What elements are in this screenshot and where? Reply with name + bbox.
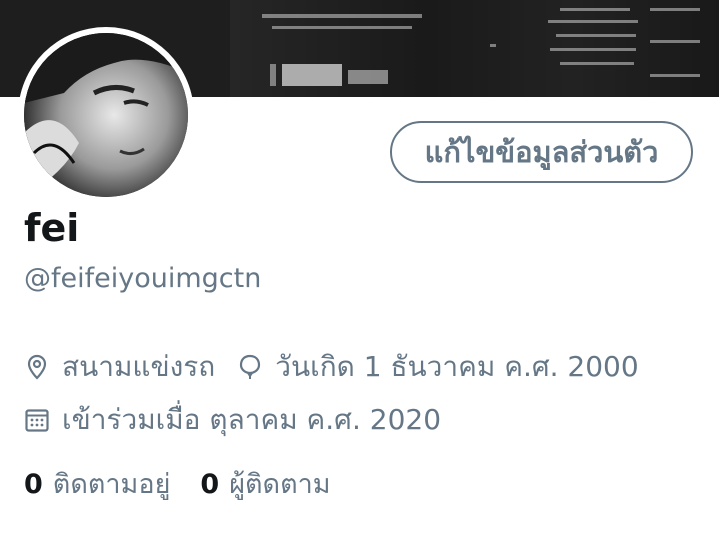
birthday-text: วันเกิด 1 ธันวาคม ค.ศ. 2000	[275, 350, 639, 383]
banner-image	[230, 0, 719, 97]
balloon-icon	[237, 354, 263, 380]
profile-name: fei	[24, 206, 80, 250]
avatar[interactable]	[24, 33, 188, 197]
location-pin-icon	[24, 354, 50, 380]
calendar-icon	[24, 407, 50, 433]
followers-count: 0	[200, 469, 220, 500]
edit-profile-button[interactable]: แก้ไขข้อมูลส่วนตัว	[390, 121, 693, 183]
following-label: ติดตามอยู่	[52, 469, 171, 500]
location-text: สนามแข่งรถ	[62, 350, 216, 383]
followers-label: ผู้ติดตาม	[229, 469, 331, 500]
profile-joined-row: เข้าร่วมเมื่อ ตุลาคม ค.ศ. 2020	[24, 402, 441, 438]
profile-handle: @feifeiyouimgctn	[24, 263, 262, 294]
avatar-photo	[24, 33, 188, 197]
following-count: 0	[24, 469, 43, 500]
joined-text: เข้าร่วมเมื่อ ตุลาคม ค.ศ. 2020	[62, 403, 442, 436]
followers-link[interactable]: 0 ผู้ติดตาม	[200, 467, 330, 503]
follow-stats: 0 ติดตามอยู่ 0 ผู้ติดตาม	[24, 467, 331, 503]
profile-meta-row: สนามแข่งรถ วันเกิด 1 ธันวาคม ค.ศ. 2000	[24, 349, 639, 385]
following-link[interactable]: 0 ติดตามอยู่	[24, 467, 170, 503]
